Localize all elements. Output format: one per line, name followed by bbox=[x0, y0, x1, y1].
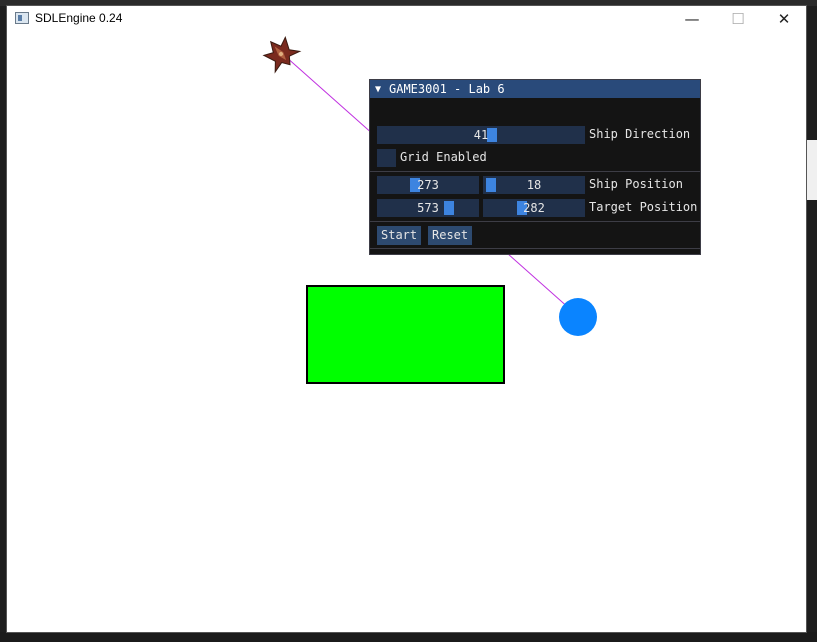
game-scene[interactable]: ▼ GAME3001 - Lab 6 41 Ship Direction Gri… bbox=[7, 32, 806, 632]
ship-direction-slider[interactable]: 41 bbox=[377, 126, 585, 144]
window-title: SDLEngine 0.24 bbox=[35, 11, 123, 25]
target-circle bbox=[559, 298, 597, 336]
ship-position-x-value: 273 bbox=[417, 178, 439, 192]
separator bbox=[370, 248, 700, 249]
start-button[interactable]: Start bbox=[377, 226, 422, 245]
ship-direction-label: Ship Direction bbox=[589, 127, 691, 141]
grid-enabled-checkbox[interactable] bbox=[377, 149, 396, 167]
panel-title-bar[interactable]: ▼ GAME3001 - Lab 6 bbox=[370, 80, 700, 98]
taskbar-edge bbox=[0, 632, 817, 642]
ship-position-label: Ship Position bbox=[589, 177, 683, 191]
app-window-icon bbox=[15, 12, 29, 24]
target-position-y-slider[interactable]: 282 bbox=[483, 199, 585, 217]
background-window-edge bbox=[806, 140, 817, 200]
target-position-x-value: 573 bbox=[417, 201, 439, 215]
target-position-x-slider[interactable]: 573 bbox=[377, 199, 479, 217]
title-bar[interactable]: SDLEngine 0.24 — ☐ ✕ bbox=[7, 6, 806, 32]
ship-position-x-slider[interactable]: 273 bbox=[377, 176, 479, 194]
target-position-label: Target Position bbox=[589, 200, 698, 214]
collapse-arrow-icon[interactable]: ▼ bbox=[375, 84, 389, 95]
reset-button[interactable]: Reset bbox=[428, 226, 473, 245]
maximize-button[interactable]: ☐ bbox=[715, 6, 761, 32]
imgui-panel: ▼ GAME3001 - Lab 6 41 Ship Direction Gri… bbox=[369, 79, 701, 255]
app-window: SDLEngine 0.24 — ☐ ✕ ▼ GAME3001 - Lab 6 bbox=[7, 6, 806, 632]
ship-direction-value: 41 bbox=[473, 128, 489, 142]
ship-position-y-slider[interactable]: 18 bbox=[483, 176, 585, 194]
grid-enabled-label: Grid Enabled bbox=[400, 150, 487, 164]
target-position-y-value: 282 bbox=[523, 201, 545, 215]
separator bbox=[370, 171, 700, 172]
minimize-button[interactable]: — bbox=[669, 6, 715, 32]
obstacle-rectangle bbox=[306, 285, 505, 384]
close-button[interactable]: ✕ bbox=[761, 6, 807, 32]
separator bbox=[370, 221, 700, 222]
ship-sprite bbox=[262, 35, 302, 74]
ship-position-y-value: 18 bbox=[526, 178, 542, 192]
panel-title: GAME3001 - Lab 6 bbox=[389, 82, 505, 96]
